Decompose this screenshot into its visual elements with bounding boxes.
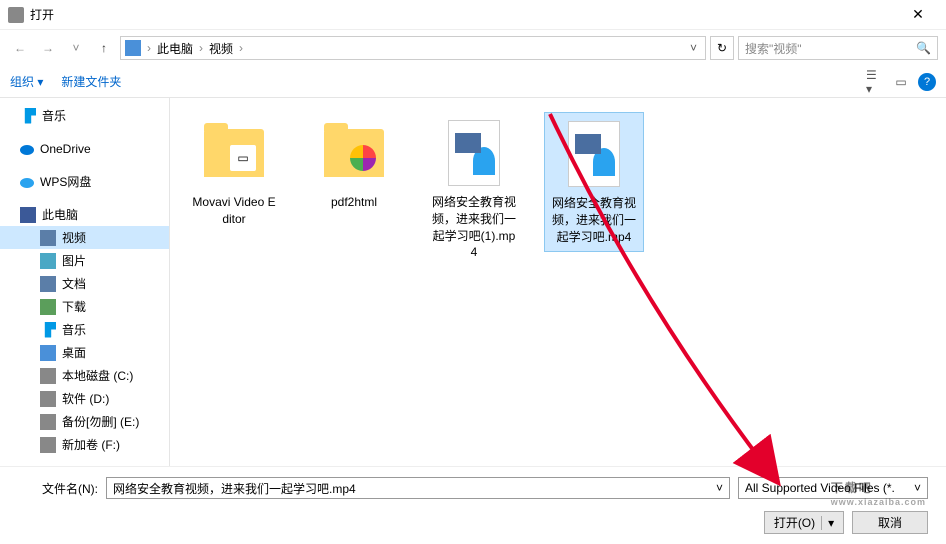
tree-video[interactable]: 视频 xyxy=(0,226,169,249)
breadcrumb[interactable]: › 此电脑 › 视频 › ˅ xyxy=(120,36,706,60)
tree-drive-new[interactable]: 新加卷 (F:) xyxy=(0,433,169,456)
video-file-icon xyxy=(568,121,620,187)
file-label: 网络安全教育视频，进来我们一起学习吧.mp4 xyxy=(551,195,637,245)
app-icon xyxy=(8,7,24,23)
chevron-down-icon[interactable]: ˅ xyxy=(686,41,701,55)
help-icon[interactable]: ? xyxy=(918,73,936,91)
view-options-icon[interactable]: ☰ ▾ xyxy=(866,73,884,91)
search-icon: 🔍 xyxy=(916,41,931,55)
chevron-right-icon: › xyxy=(195,41,207,55)
file-item-selected[interactable]: 网络安全教育视频，进来我们一起学习吧.mp4 xyxy=(544,112,644,252)
folder-icon: ▭ xyxy=(204,129,264,177)
file-item[interactable]: 网络安全教育视频，进来我们一起学习吧(1).mp4 xyxy=(424,112,524,267)
cloud-icon xyxy=(20,145,34,155)
download-icon xyxy=(40,299,56,315)
open-button[interactable]: 打开(O)▾ xyxy=(764,511,844,534)
search-input[interactable]: 搜索"视频" 🔍 xyxy=(738,36,938,60)
tree-desktop[interactable]: 桌面 xyxy=(0,341,169,364)
music-icon xyxy=(40,322,56,338)
chevron-right-icon: › xyxy=(143,41,155,55)
window-title: 打开 xyxy=(30,6,898,23)
filetype-select[interactable]: All Supported Video Files (*.˅ xyxy=(738,477,928,499)
tree-onedrive[interactable]: OneDrive xyxy=(0,137,169,160)
drive-icon xyxy=(40,437,56,453)
tree-drive-d[interactable]: 软件 (D:) xyxy=(0,387,169,410)
drive-icon xyxy=(40,368,56,384)
breadcrumb-root[interactable]: 此电脑 xyxy=(157,40,193,57)
preview-pane-icon[interactable]: ▭ xyxy=(892,73,910,91)
file-label: pdf2html xyxy=(310,194,398,211)
file-item[interactable]: pdf2html xyxy=(304,112,404,217)
tree-documents[interactable]: 文档 xyxy=(0,272,169,295)
sidebar: 音乐 OneDrive WPS网盘 此电脑 视频 图片 文档 下载 音乐 桌面 … xyxy=(0,98,170,466)
close-button[interactable]: ✕ xyxy=(898,6,938,23)
filename-input[interactable]: 网络安全教育视频，进来我们一起学习吧.mp4˅ xyxy=(106,477,730,499)
tree-pictures[interactable]: 图片 xyxy=(0,249,169,272)
pc-icon xyxy=(20,207,36,223)
chevron-down-icon: ˅ xyxy=(914,481,921,495)
search-placeholder: 搜索"视频" xyxy=(745,40,916,57)
location-icon xyxy=(125,40,141,56)
music-icon xyxy=(20,108,36,124)
chevron-down-icon[interactable]: ˅ xyxy=(716,481,723,495)
tree-drive-e[interactable]: 备份[勿删] (E:) xyxy=(0,410,169,433)
file-item[interactable]: ▭ Movavi Video Editor xyxy=(184,112,284,234)
nav-recent-icon[interactable]: ˅ xyxy=(64,36,88,60)
nav-up-icon[interactable]: ↑ xyxy=(92,36,116,60)
drive-icon xyxy=(40,391,56,407)
video-file-icon xyxy=(448,120,500,186)
newfolder-button[interactable]: 新建文件夹 xyxy=(61,73,121,90)
desktop-icon xyxy=(40,345,56,361)
organize-menu[interactable]: 组织 ▾ xyxy=(10,73,43,90)
tree-downloads[interactable]: 下载 xyxy=(0,295,169,318)
chevron-right-icon: › xyxy=(235,41,247,55)
tree-music2[interactable]: 音乐 xyxy=(0,318,169,341)
file-label: Movavi Video Editor xyxy=(190,194,278,228)
nav-forward-icon: → xyxy=(36,36,60,60)
cancel-button[interactable]: 取消 xyxy=(852,511,928,534)
nav-back-icon[interactable]: ← xyxy=(8,36,32,60)
tree-thispc[interactable]: 此电脑 xyxy=(0,203,169,226)
cloud-icon xyxy=(20,178,34,188)
filename-label: 文件名(N): xyxy=(18,480,98,497)
document-icon xyxy=(40,276,56,292)
tree-music[interactable]: 音乐 xyxy=(0,104,169,127)
breadcrumb-folder[interactable]: 视频 xyxy=(209,40,233,57)
open-split-icon[interactable]: ▾ xyxy=(821,516,834,530)
drive-icon xyxy=(40,414,56,430)
tree-drive-c[interactable]: 本地磁盘 (C:) xyxy=(0,364,169,387)
file-label: 网络安全教育视频，进来我们一起学习吧(1).mp4 xyxy=(430,194,518,261)
folder-icon xyxy=(324,129,384,177)
tree-wps[interactable]: WPS网盘 xyxy=(0,170,169,193)
picture-icon xyxy=(40,253,56,269)
file-list: ▭ Movavi Video Editor pdf2html 网络安全教育视频，… xyxy=(170,98,946,466)
refresh-button[interactable]: ↻ xyxy=(710,36,734,60)
video-icon xyxy=(40,230,56,246)
